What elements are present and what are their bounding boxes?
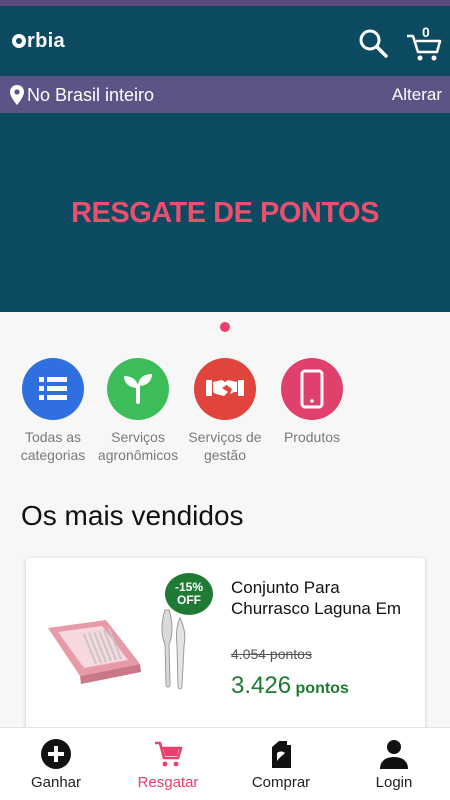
category-management-services[interactable]: Serviços de gestão	[180, 358, 270, 464]
promo-banner[interactable]: RESGATE DE PONTOS	[0, 113, 450, 312]
banner-title: RESGATE DE PONTOS	[71, 197, 379, 229]
product-card[interactable]: -15% OFF Conjunto Para Churrasco Laguna …	[26, 558, 425, 738]
location-pin-icon	[10, 85, 24, 105]
nav-earn[interactable]: Ganhar	[0, 728, 112, 800]
nav-redeem[interactable]: Resgatar	[112, 728, 224, 800]
location-label: No Brasil inteiro	[27, 85, 155, 105]
logo: rbia	[12, 30, 65, 53]
location-bar: No Brasil inteiro Alterar	[0, 76, 450, 113]
app-bar: rbia 0	[0, 6, 450, 76]
cart-button[interactable]: 0	[404, 24, 444, 64]
category-agronomic-services[interactable]: Serviços agronômicos	[93, 358, 183, 464]
carousel-indicator[interactable]	[220, 322, 230, 332]
nav-buy[interactable]: Comprar	[225, 728, 337, 800]
new-price-value: 3.426	[231, 672, 292, 699]
change-location-link[interactable]: Alterar	[392, 85, 442, 105]
search-icon	[359, 29, 388, 58]
bottom-nav: Ganhar Resgatar Comprar Login	[0, 727, 450, 800]
nav-login[interactable]: Login	[338, 728, 450, 800]
canister-icon	[272, 741, 291, 768]
product-old-price: 4.054 pontos	[231, 646, 312, 662]
product-new-price: 3.426 pontos	[231, 672, 349, 700]
category-all[interactable]: Todas as categorias	[8, 358, 98, 464]
discount-badge: -15% OFF	[165, 573, 213, 615]
category-label: Serviços de gestão	[188, 429, 262, 463]
category-label: Serviços agronômicos	[97, 429, 179, 463]
best-sellers-title: Os mais vendidos	[21, 500, 244, 531]
new-price-unit: pontos	[295, 680, 349, 697]
nav-label: Ganhar	[30, 774, 82, 791]
user-icon	[380, 740, 408, 769]
category-row: Todas as categorias Serviços agronômicos…	[0, 358, 450, 468]
cart-count-badge: 0	[422, 24, 430, 40]
nav-label: Login	[375, 774, 413, 791]
nav-label: Resgatar	[137, 774, 199, 791]
list-icon	[22, 358, 84, 420]
sprout-icon	[107, 358, 169, 420]
category-label: Produtos	[283, 429, 341, 445]
phone-icon	[281, 358, 343, 420]
cart-icon	[155, 741, 183, 767]
search-button[interactable]	[356, 26, 390, 60]
nav-label: Comprar	[251, 774, 311, 791]
category-products[interactable]: Produtos	[267, 358, 357, 446]
category-label: Todas as categorias	[20, 429, 86, 463]
product-title: Conjunto Para Churrasco Laguna Em	[231, 578, 402, 618]
handshake-icon	[194, 358, 256, 420]
plus-circle-icon	[41, 739, 71, 769]
